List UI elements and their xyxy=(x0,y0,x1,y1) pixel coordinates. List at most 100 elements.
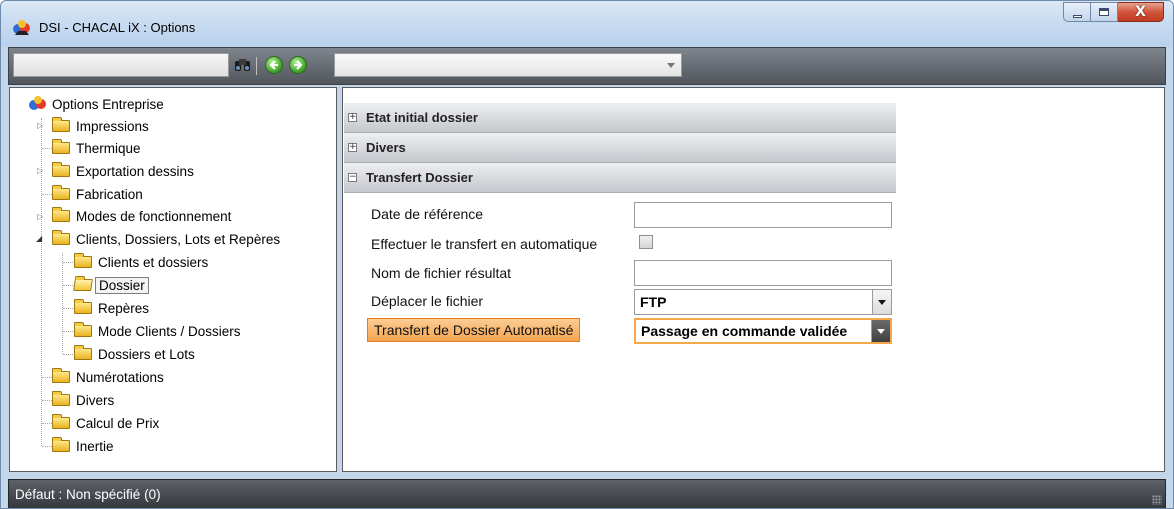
section-transfert-dossier[interactable]: − Transfert Dossier xyxy=(344,163,896,193)
tree-item-label: Exportation dessins xyxy=(76,163,194,179)
expand-icon[interactable]: ▷ xyxy=(37,212,46,221)
folder-icon xyxy=(52,117,70,132)
forward-arrow-icon[interactable] xyxy=(289,56,307,74)
folder-icon xyxy=(52,230,70,245)
auto-transfer-mode-value: Passage en commande validée xyxy=(641,323,848,339)
tree-root[interactable]: Options Entreprise xyxy=(28,94,164,114)
tree-item-divers[interactable]: Divers xyxy=(52,390,114,410)
toolbar xyxy=(8,47,1166,85)
tree-item-label: Clients et dossiers xyxy=(98,254,209,270)
close-icon: X xyxy=(1135,4,1146,20)
options-tree: Options Entreprise ▷ Impressions Thermiq… xyxy=(9,87,337,472)
window-controls: X xyxy=(1063,2,1164,22)
tree-root-label: Options Entreprise xyxy=(52,96,164,112)
folder-icon xyxy=(52,391,70,406)
tree-item-dossier[interactable]: Dossier xyxy=(73,275,149,295)
result-file-field[interactable] xyxy=(634,260,892,286)
section-label: Transfert Dossier xyxy=(366,170,473,185)
tree-item-label: Fabrication xyxy=(76,186,143,202)
options-window: DSI - CHACAL iX : Options X Options Entr… xyxy=(0,0,1174,509)
minimize-button[interactable] xyxy=(1063,2,1091,22)
tree-item-label: Inertie xyxy=(76,438,114,454)
arrow-right-icon xyxy=(294,60,303,70)
status-text: Défaut : Non spécifié (0) xyxy=(15,487,161,502)
tree-item-label: Modes de fonctionnement xyxy=(76,208,232,224)
section-etat-initial[interactable]: + Etat initial dossier xyxy=(344,103,896,133)
status-bar: Défaut : Non spécifié (0) xyxy=(8,479,1166,508)
tree-item-label: Mode Clients / Dossiers xyxy=(98,323,241,339)
tree-item-calcul-prix[interactable]: Calcul de Prix xyxy=(52,413,159,433)
auto-transfer-label: Effectuer le transfert en automatique xyxy=(371,236,598,252)
window-title: DSI - CHACAL iX : Options xyxy=(39,20,196,35)
auto-transfer-mode-label: Transfert de Dossier Automatisé xyxy=(367,318,581,342)
tree-item-dossiers-et-lots[interactable]: Dossiers et Lots xyxy=(74,344,195,364)
tree-guide-line xyxy=(62,253,63,354)
tree-item-fabrication[interactable]: Fabrication xyxy=(52,184,143,204)
tree-item-label: Clients, Dossiers, Lots et Repères xyxy=(76,231,281,247)
folder-icon xyxy=(52,437,70,452)
tree-item-label: Divers xyxy=(76,392,115,408)
chevron-down-icon xyxy=(667,63,675,68)
tree-item-label: Dossier xyxy=(95,276,149,294)
section-label: Divers xyxy=(366,140,406,155)
expand-icon[interactable]: + xyxy=(348,143,357,152)
dropdown-button[interactable] xyxy=(872,290,891,314)
folder-icon xyxy=(52,185,70,200)
tree-item-thermique[interactable]: Thermique xyxy=(52,138,141,158)
result-file-label: Nom de fichier résultat xyxy=(371,265,512,281)
options-panel: + Etat initial dossier + Divers − Transf… xyxy=(342,87,1165,472)
app-logo-icon xyxy=(13,20,30,35)
auto-transfer-mode-select[interactable]: Passage en commande validée xyxy=(634,318,892,344)
tree-item-impressions[interactable]: Impressions xyxy=(52,116,149,136)
tree-item-exportation-dessins[interactable]: Exportation dessins xyxy=(52,161,194,181)
chevron-down-icon xyxy=(878,299,886,305)
expand-icon[interactable]: + xyxy=(348,113,357,122)
folder-icon xyxy=(52,414,70,429)
expand-icon[interactable]: ▷ xyxy=(37,121,46,130)
maximize-button[interactable] xyxy=(1091,2,1118,22)
move-file-label: Déplacer le fichier xyxy=(371,293,484,309)
folder-icon xyxy=(52,162,70,177)
tree-item-label: Calcul de Prix xyxy=(76,415,160,431)
folder-icon xyxy=(74,322,92,337)
folder-icon xyxy=(52,139,70,154)
tree-item-numerotations[interactable]: Numérotations xyxy=(52,367,164,387)
collapse-icon[interactable]: − xyxy=(348,173,357,182)
section-divers[interactable]: + Divers xyxy=(344,133,896,163)
section-label: Etat initial dossier xyxy=(366,110,478,125)
arrow-left-icon xyxy=(269,60,278,70)
auto-transfer-checkbox[interactable] xyxy=(639,235,653,249)
expand-icon[interactable]: ▷ xyxy=(37,166,46,175)
chevron-down-icon xyxy=(877,328,885,334)
collapse-icon[interactable]: ◢ xyxy=(36,234,45,243)
dropdown-button[interactable] xyxy=(871,320,890,342)
folder-icon xyxy=(74,299,92,314)
binoculars-icon[interactable] xyxy=(234,57,251,73)
tree-item-label: Repères xyxy=(98,300,150,316)
tree-item-mode-clients-dossiers[interactable]: Mode Clients / Dossiers xyxy=(74,321,241,341)
move-file-select[interactable]: FTP xyxy=(634,289,892,315)
folder-icon xyxy=(74,345,92,360)
folder-icon xyxy=(74,253,92,268)
toolbar-separator xyxy=(256,57,257,75)
folder-icon xyxy=(52,207,70,222)
tree-item-clients-dossiers[interactable]: Clients, Dossiers, Lots et Repères xyxy=(52,229,280,249)
tree-item-label: Numérotations xyxy=(76,369,164,385)
open-folder-icon xyxy=(73,279,93,291)
tree-item-inertie[interactable]: Inertie xyxy=(52,436,114,456)
tree-item-label: Dossiers et Lots xyxy=(98,346,195,362)
tree-item-reperes[interactable]: Repères xyxy=(74,298,149,318)
search-input[interactable] xyxy=(13,53,229,77)
tree-item-clients-et-dossiers[interactable]: Clients et dossiers xyxy=(74,252,208,272)
date-reference-label: Date de référence xyxy=(371,206,484,222)
folder-icon xyxy=(52,368,70,383)
tree-item-label: Impressions xyxy=(76,118,149,134)
options-root-icon xyxy=(29,96,46,110)
close-button[interactable]: X xyxy=(1118,2,1164,22)
navigation-combo[interactable] xyxy=(334,53,682,77)
resize-grip-icon[interactable] xyxy=(1152,495,1162,505)
date-reference-field[interactable] xyxy=(634,202,892,228)
back-arrow-icon[interactable] xyxy=(265,56,283,74)
tree-item-modes-fonctionnement[interactable]: Modes de fonctionnement xyxy=(52,206,231,226)
title-bar[interactable]: DSI - CHACAL iX : Options X xyxy=(1,1,1173,47)
